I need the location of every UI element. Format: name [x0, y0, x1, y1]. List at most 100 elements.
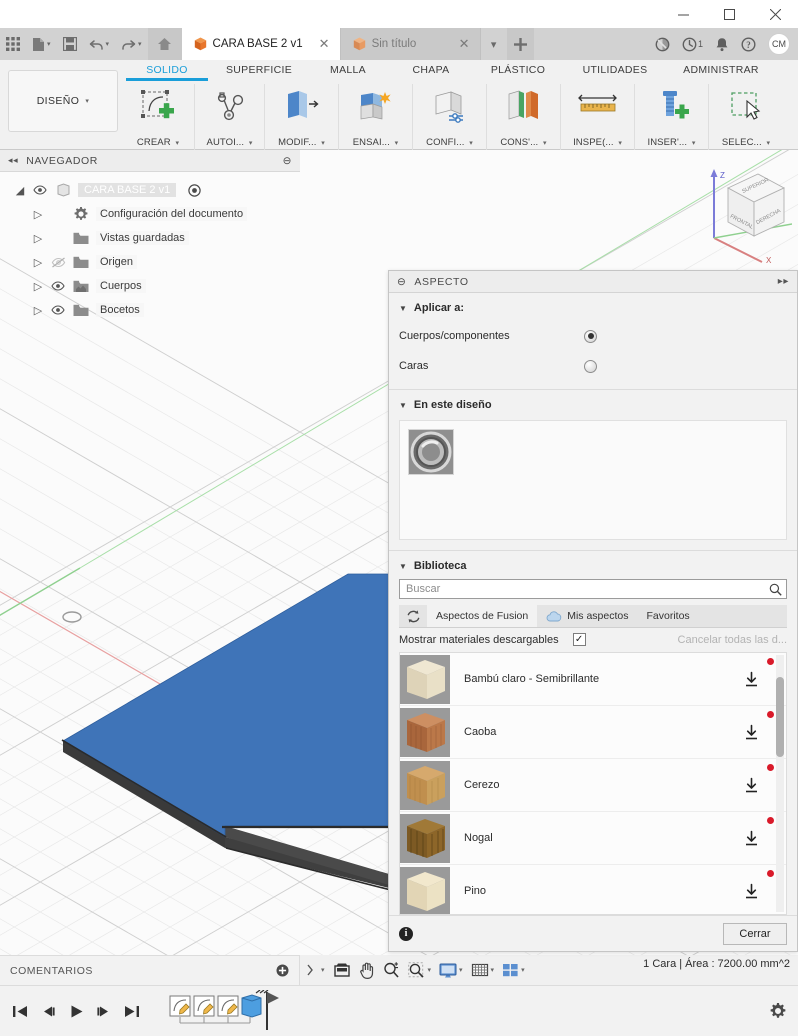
redo-caret-icon[interactable]: ▾: [138, 40, 142, 48]
material-row-nogal[interactable]: Nogal: [400, 812, 786, 865]
close-button[interactable]: Cerrar: [723, 922, 787, 945]
navigator-item-bocetos[interactable]: ▷ Bocetos: [0, 298, 300, 322]
navigator-item-vistas-guardadas[interactable]: ▷ Vistas guardadas: [0, 226, 300, 250]
search-input[interactable]: [406, 583, 769, 595]
ribbon-panel-configurar[interactable]: CONFI... ▾: [413, 84, 487, 150]
display-settings-icon[interactable]: ▾: [436, 958, 466, 982]
document-tab-0-close-icon[interactable]: ✕: [309, 36, 330, 52]
refresh-icon[interactable]: [399, 605, 427, 627]
navigator-item-cuerpos[interactable]: ▷ Cuerpos: [0, 274, 300, 298]
ribbon-tab-solido[interactable]: SOLIDO: [122, 60, 212, 81]
ribbon-panel-construir[interactable]: CONS'... ▾: [487, 84, 561, 150]
ribbon-tab-utilidades[interactable]: UTILIDADES: [564, 60, 666, 79]
ribbon-tab-superficie[interactable]: SUPERFICIE: [212, 60, 306, 79]
timeline-settings-gear-icon[interactable]: [770, 1003, 786, 1019]
tab-overflow-caret-icon[interactable]: ▾: [481, 28, 507, 60]
navigator-item-configuracion[interactable]: ▷ Configuración del documento: [0, 202, 300, 226]
library-tab-favoritos[interactable]: Favoritos: [638, 605, 699, 627]
material-row-bambu[interactable]: Bambú claro - Semibrillante: [400, 653, 786, 706]
expand-icon[interactable]: ▷: [32, 304, 44, 317]
ribbon-tab-plastico[interactable]: PLÁSTICO: [472, 60, 564, 79]
ribbon-panel-seleccionar[interactable]: SELEC... ▾: [709, 84, 783, 150]
expand-icon[interactable]: ▷: [32, 280, 44, 293]
eye-icon[interactable]: [50, 281, 66, 291]
workspace-selector[interactable]: DISEÑO ▾: [8, 70, 118, 132]
apply-to-option-bodies-radio[interactable]: [584, 329, 597, 343]
material-list-scrollbar[interactable]: [776, 655, 784, 912]
library-section-header[interactable]: ▼ Biblioteca: [389, 551, 797, 579]
viewports-icon[interactable]: ▾: [499, 958, 528, 982]
eye-off-icon[interactable]: [50, 257, 66, 268]
navigator-root-row[interactable]: ◢ CARA BASE 2 v1: [0, 178, 300, 202]
window-maximize-button[interactable]: [706, 0, 752, 28]
display-grid-icon[interactable]: [330, 958, 354, 982]
help-icon[interactable]: ?: [735, 36, 762, 52]
new-file-caret-icon[interactable]: ▾: [47, 40, 51, 48]
home-icon[interactable]: [147, 28, 182, 60]
ribbon-tab-administrar[interactable]: ADMINISTRAR: [666, 60, 776, 79]
display-settings-caret-icon[interactable]: ▾: [459, 966, 463, 974]
ribbon-panel-crear[interactable]: CREAR ▾: [122, 84, 195, 150]
orbit-icon[interactable]: ▾: [302, 958, 328, 982]
expand-icon[interactable]: ▷: [32, 208, 44, 221]
eye-icon[interactable]: [50, 305, 66, 315]
avatar[interactable]: CM: [768, 33, 790, 55]
view-cube[interactable]: Z X SUPERIOR FRONTAL DERECHA: [696, 166, 792, 266]
material-row-caoba[interactable]: Caoba: [400, 706, 786, 759]
window-minimize-button[interactable]: [660, 0, 706, 28]
material-list-scrollbar-thumb[interactable]: [776, 677, 784, 757]
zoom-window-icon[interactable]: ▾: [405, 958, 435, 982]
timeline-last-button[interactable]: [124, 1004, 140, 1019]
job-status-icon[interactable]: 1: [676, 37, 709, 52]
apply-to-option-faces-radio[interactable]: [584, 359, 597, 373]
comments-add-icon[interactable]: [276, 964, 289, 977]
info-icon[interactable]: i: [399, 926, 413, 941]
expand-icon[interactable]: ▷: [32, 232, 44, 245]
orbit-caret-icon[interactable]: ▾: [321, 966, 325, 974]
zoom-icon[interactable]: [380, 958, 403, 982]
apply-to-option-bodies[interactable]: Cuerpos/componentes: [389, 321, 797, 351]
app-grid-icon[interactable]: [0, 28, 26, 60]
timeline-prev-button[interactable]: [40, 1004, 56, 1019]
save-icon[interactable]: [57, 28, 83, 60]
new-tab-button[interactable]: [506, 28, 534, 60]
navigator-root-expand-icon[interactable]: ◢: [14, 184, 26, 197]
apply-to-section-header[interactable]: ▼ Aplicar a:: [389, 293, 797, 321]
undo-caret-icon[interactable]: ▾: [106, 40, 110, 48]
ribbon-panel-inspeccionar[interactable]: INSPE(... ▾: [561, 84, 635, 150]
appearance-expand-icon[interactable]: ▸▸: [778, 276, 789, 287]
redo-icon[interactable]: ▾: [115, 28, 148, 60]
document-tab-1[interactable]: Sin título ✕: [340, 28, 481, 60]
library-tab-aspectos-de-fusion[interactable]: Aspectos de Fusion: [427, 605, 538, 627]
pan-hand-icon[interactable]: [356, 958, 378, 982]
comments-bar[interactable]: COMENTARIOS: [0, 955, 300, 985]
ribbon-tab-malla[interactable]: MALLA: [306, 60, 390, 79]
in-this-design-section-header[interactable]: ▼ En este diseño: [389, 390, 797, 418]
library-search-box[interactable]: [399, 579, 787, 599]
new-file-icon[interactable]: ▾: [26, 28, 57, 60]
navigator-root-radio-icon[interactable]: [188, 183, 201, 197]
show-downloadable-checkbox[interactable]: ✓: [572, 633, 586, 646]
grid-snaps-caret-icon[interactable]: ▾: [491, 966, 495, 974]
navigator-collapse-icon[interactable]: ◂◂: [8, 155, 18, 166]
zoom-window-caret-icon[interactable]: ▾: [428, 966, 432, 974]
ribbon-panel-insertar[interactable]: INSER'... ▾: [635, 84, 709, 150]
document-tab-0[interactable]: CARA BASE 2 v1 ✕: [181, 28, 341, 60]
ribbon-panel-ensamblar[interactable]: ENSAI... ▾: [339, 84, 413, 150]
grid-snaps-icon[interactable]: ▾: [468, 958, 498, 982]
timeline-next-button[interactable]: [96, 1004, 112, 1019]
viewports-caret-icon[interactable]: ▾: [521, 966, 525, 974]
timeline-first-button[interactable]: [12, 1004, 28, 1019]
navigator-item-origen[interactable]: ▷ Origen: [0, 250, 300, 274]
undo-icon[interactable]: ▾: [83, 28, 116, 60]
eye-icon[interactable]: [32, 185, 48, 195]
window-close-button[interactable]: [752, 0, 798, 28]
ribbon-panel-modificar[interactable]: MODIF... ▾: [265, 84, 339, 150]
ribbon-panel-automatizar[interactable]: AUTOI... ▾: [195, 84, 265, 150]
material-row-cerezo[interactable]: Cerezo: [400, 759, 786, 812]
document-tab-1-close-icon[interactable]: ✕: [449, 36, 470, 52]
timeline-play-button[interactable]: [68, 1004, 84, 1019]
navigator-minimize-icon[interactable]: ⊖: [283, 155, 292, 167]
material-row-pino[interactable]: Pino: [400, 865, 786, 914]
appearance-swatch-steel[interactable]: [408, 429, 454, 475]
